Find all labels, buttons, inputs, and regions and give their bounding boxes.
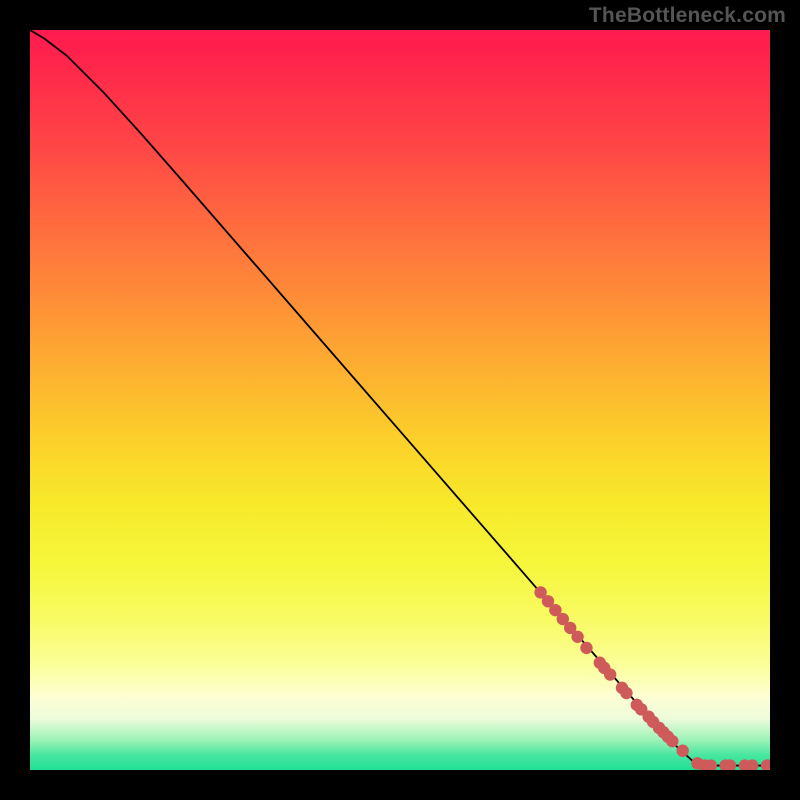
chart-svg — [30, 30, 770, 770]
chart-marker — [666, 735, 678, 747]
chart-marker — [571, 631, 583, 643]
chart-marker — [620, 687, 632, 699]
chart-marker — [580, 642, 592, 654]
watermark-text: TheBottleneck.com — [589, 4, 786, 28]
chart-curve — [30, 30, 770, 766]
chart-marker — [604, 668, 616, 680]
chart-plot-area — [30, 30, 770, 770]
chart-marker — [676, 745, 688, 757]
chart-markers — [534, 586, 770, 770]
